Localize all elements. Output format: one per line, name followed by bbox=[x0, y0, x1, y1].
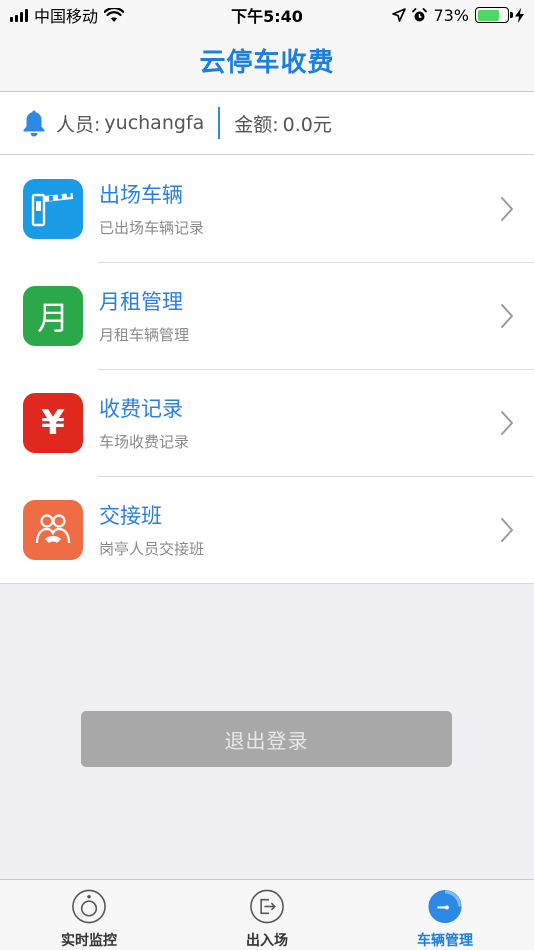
battery-percent: 73% bbox=[433, 5, 469, 25]
menu-title: 交接班 bbox=[99, 504, 162, 528]
info-divider bbox=[218, 107, 221, 139]
menu-title: 月租管理 bbox=[99, 290, 183, 314]
page-title: 云停车收费 bbox=[199, 48, 335, 78]
menu-item-monthly-rental[interactable]: 月 月租管理 月租车辆管理 bbox=[0, 262, 534, 369]
tab-vehicle-management[interactable]: 车辆管理 bbox=[356, 880, 534, 950]
barrier-gate-icon bbox=[23, 178, 83, 239]
month-icon: 月 bbox=[23, 285, 83, 346]
menu-title: 出场车辆 bbox=[99, 183, 183, 207]
battery-fill bbox=[477, 9, 499, 21]
menu-subtitle: 月租车辆管理 bbox=[99, 326, 190, 344]
tab-label: 实时监控 bbox=[61, 933, 117, 949]
battery-icon bbox=[475, 7, 513, 23]
status-right: 73% bbox=[392, 6, 524, 25]
info-bar: 人员: yuchangfa 金额: 0.0元 bbox=[0, 92, 534, 155]
alarm-icon bbox=[412, 7, 428, 21]
wifi-icon bbox=[104, 7, 125, 22]
menu-text: 出场车辆 已出场车辆记录 bbox=[99, 179, 204, 238]
menu-text: 交接班 岗亭人员交接班 bbox=[99, 500, 204, 559]
monitor-icon bbox=[72, 889, 106, 924]
amount-label: 金额: bbox=[234, 113, 279, 136]
month-glyph: 月 bbox=[36, 298, 69, 337]
carrier-label: 中国移动 bbox=[34, 7, 99, 26]
location-arrow-icon bbox=[392, 8, 407, 22]
menu-item-fee-records[interactable]: ¥ 收费记录 车场收费记录 bbox=[0, 369, 534, 476]
menu-item-exit-vehicles[interactable]: 出场车辆 已出场车辆记录 bbox=[0, 155, 534, 262]
bell-icon bbox=[23, 110, 45, 137]
menu-text: 月租管理 月租车辆管理 bbox=[99, 286, 189, 345]
status-left: 中国移动 bbox=[10, 3, 125, 27]
signal-icon bbox=[10, 8, 28, 22]
yuan-icon: ¥ bbox=[23, 392, 83, 453]
nav-bar: 云停车收费 bbox=[0, 30, 534, 92]
tab-realtime-monitor[interactable]: 实时监控 bbox=[0, 880, 178, 950]
tab-label: 车辆管理 bbox=[417, 933, 473, 949]
chevron-right-icon bbox=[501, 303, 513, 328]
menu-subtitle: 岗亭人员交接班 bbox=[99, 540, 205, 558]
status-bar: 中国移动 下午5:40 73% bbox=[0, 0, 534, 30]
amount-value: 0.0元 bbox=[282, 113, 332, 136]
charging-bolt-icon bbox=[515, 7, 524, 23]
tab-bar: 实时监控 出入场 车辆管理 bbox=[0, 879, 534, 950]
chevron-right-icon bbox=[501, 410, 513, 435]
menu-title: 收费记录 bbox=[99, 397, 183, 421]
chevron-right-icon bbox=[501, 196, 513, 221]
exit-door-icon bbox=[250, 889, 284, 924]
menu-subtitle: 车场收费记录 bbox=[99, 433, 190, 451]
logout-button[interactable]: 退出登录 bbox=[81, 711, 452, 767]
handover-people-icon bbox=[23, 499, 83, 560]
menu-list: 出场车辆 已出场车辆记录 月 月租管理 月租车辆管理 ¥ 收费记录 车场收费记录 bbox=[0, 155, 534, 584]
tab-entry-exit[interactable]: 出入场 bbox=[178, 880, 356, 950]
person-label: 人员: bbox=[56, 113, 101, 136]
gauge-icon bbox=[428, 889, 462, 924]
menu-subtitle: 已出场车辆记录 bbox=[99, 219, 205, 237]
person-value: yuchangfa bbox=[104, 112, 205, 134]
menu-item-shift-handover[interactable]: 交接班 岗亭人员交接班 bbox=[0, 476, 534, 583]
chevron-right-icon bbox=[501, 517, 513, 542]
tab-label: 出入场 bbox=[246, 933, 288, 949]
yuan-glyph: ¥ bbox=[41, 402, 65, 443]
menu-text: 收费记录 车场收费记录 bbox=[99, 393, 189, 452]
